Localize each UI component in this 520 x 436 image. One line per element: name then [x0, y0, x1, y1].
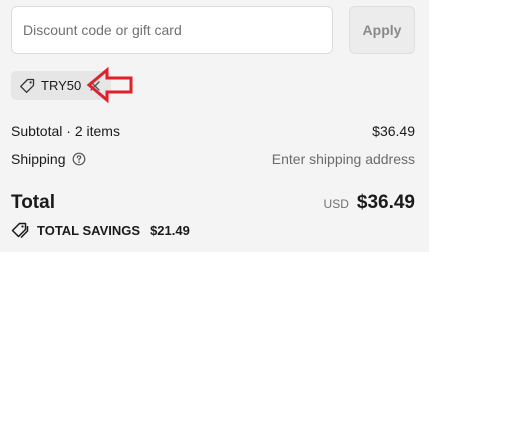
subtotal-row: Subtotal · 2 items $36.49: [11, 123, 415, 139]
total-label: Total: [11, 192, 55, 213]
savings-label: TOTAL SAVINGS: [37, 222, 141, 238]
shipping-value: Enter shipping address: [271, 151, 415, 167]
subtotal-label: Subtotal · 2 items: [11, 123, 120, 139]
applied-code-label: TRY50: [41, 78, 82, 93]
total-amount: $36.49: [356, 192, 415, 213]
tag-icon: [19, 78, 35, 94]
discount-code-input[interactable]: [11, 6, 333, 54]
tags-icon: [11, 222, 29, 238]
shipping-row: Shipping Enter shipping address: [11, 151, 415, 167]
annotation-arrow: [86, 66, 133, 104]
subtotal-value: $36.49: [372, 123, 415, 139]
apply-discount-button[interactable]: Apply: [349, 6, 415, 54]
savings-value: $21.49: [150, 222, 190, 238]
question-circle-icon[interactable]: [72, 152, 86, 166]
total-row: Total USD $36.49: [11, 192, 415, 214]
order-summary-panel: Apply TRY50 Subtotal · 2 items $36.49 Sh…: [0, 0, 429, 252]
shipping-label: Shipping: [11, 151, 66, 167]
currency-code: USD: [323, 197, 349, 211]
total-savings: TOTAL SAVINGS $21.49: [11, 222, 190, 238]
